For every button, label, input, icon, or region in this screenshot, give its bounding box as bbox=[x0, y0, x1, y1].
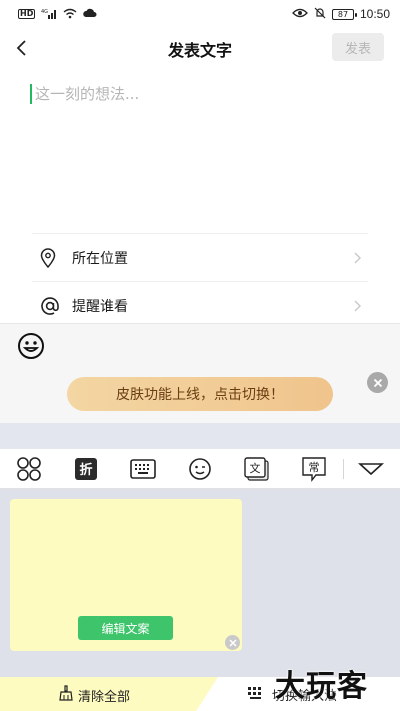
skin-banner-area: 皮肤功能上线，点击切换！ bbox=[0, 365, 400, 423]
cloud-icon bbox=[83, 8, 97, 20]
switch-input-label: 切换输入法 bbox=[272, 689, 338, 704]
hd-icon: HD bbox=[18, 9, 36, 19]
mention-label: 提醒谁看 bbox=[72, 298, 128, 315]
post-text-placeholder: 这一刻的想法... bbox=[30, 84, 139, 104]
skin-banner[interactable]: 皮肤功能上线，点击切换！ bbox=[67, 377, 333, 411]
eye-icon bbox=[292, 8, 308, 20]
emoji-icon[interactable] bbox=[16, 331, 46, 361]
wifi-icon bbox=[63, 8, 77, 21]
post-text-input[interactable]: 这一刻的想法... bbox=[30, 84, 370, 224]
toolbar-divider bbox=[343, 459, 344, 479]
chevron-right-icon bbox=[348, 252, 368, 264]
keyboard-toolbar: 折 文 常 bbox=[0, 449, 400, 489]
text-icon[interactable]: 文 bbox=[242, 454, 272, 484]
edit-copy-button[interactable]: 编辑文案 bbox=[78, 616, 173, 640]
fold-label: 折 bbox=[79, 462, 92, 478]
publish-button[interactable]: 发表 bbox=[332, 33, 384, 61]
text-label: 文 bbox=[250, 461, 261, 475]
emoji-toolbar bbox=[0, 323, 400, 365]
collapse-icon[interactable] bbox=[356, 454, 386, 484]
keypad-icon bbox=[248, 686, 264, 703]
broom-icon bbox=[58, 685, 74, 705]
keyboard-bottom-bar: 清除全部 切换输入法 大玩客 bbox=[0, 669, 400, 711]
status-bar: HD 4G 87 10:50 bbox=[0, 0, 400, 28]
grid-icon[interactable] bbox=[14, 454, 44, 484]
status-right: 87 10:50 bbox=[292, 7, 390, 21]
phrase-panel: 编辑文案 bbox=[0, 489, 400, 677]
keyboard-icon[interactable] bbox=[128, 454, 158, 484]
chevron-right-icon bbox=[348, 300, 368, 312]
remove-card-icon[interactable] bbox=[225, 635, 240, 650]
signal-4g-icon: 4G bbox=[41, 8, 57, 21]
mention-row[interactable]: 提醒谁看 bbox=[32, 281, 368, 329]
clear-all-button[interactable]: 清除全部 bbox=[58, 685, 130, 705]
emoji-face-icon[interactable] bbox=[185, 454, 215, 484]
keyboard: 折 文 常 编辑文案 清除全部 切换输入法 大玩客 bbox=[0, 423, 400, 711]
switch-input-button[interactable]: 切换输入法 bbox=[248, 685, 337, 704]
common-phrase-icon[interactable]: 常 bbox=[299, 454, 329, 484]
close-icon[interactable] bbox=[367, 372, 388, 393]
at-sign-icon bbox=[32, 296, 72, 316]
location-pin-icon bbox=[32, 247, 72, 268]
header: 发表文字 发表 bbox=[0, 28, 400, 68]
location-label: 所在位置 bbox=[72, 250, 128, 267]
location-row[interactable]: 所在位置 bbox=[32, 233, 368, 281]
status-left: HD 4G bbox=[18, 8, 97, 21]
battery-icon: 87 bbox=[331, 8, 357, 20]
phrase-card[interactable]: 编辑文案 bbox=[10, 499, 242, 651]
status-time: 10:50 bbox=[359, 7, 390, 21]
clear-all-label: 清除全部 bbox=[78, 689, 131, 705]
fold-icon[interactable]: 折 bbox=[71, 454, 101, 484]
common-label: 常 bbox=[309, 461, 320, 474]
network-label: 4G bbox=[41, 9, 48, 15]
bell-off-icon bbox=[314, 7, 326, 21]
